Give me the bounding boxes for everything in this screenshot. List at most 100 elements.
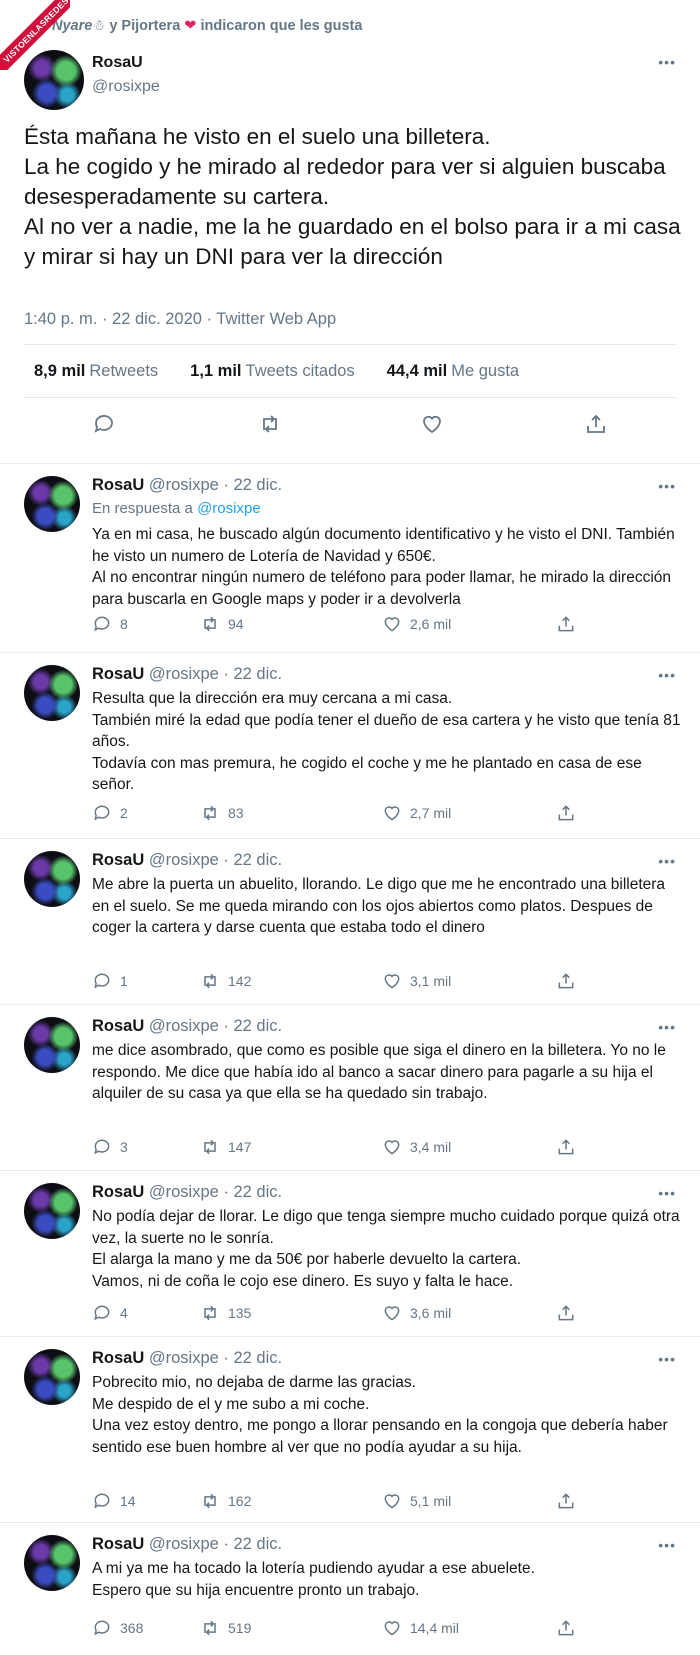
reply-tweet[interactable]: RosaU @rosixpe · 22 dic. ••• Me abre la … <box>0 841 700 1001</box>
retweets-stat[interactable]: 8,9 mil Retweets <box>34 362 158 381</box>
author-handle[interactable]: @rosixpe <box>149 665 219 683</box>
author-name[interactable]: RosaU <box>92 1183 144 1201</box>
avatar[interactable] <box>24 1349 80 1405</box>
reply-tweet[interactable]: RosaU @rosixpe · 22 dic. ••• A mi ya me … <box>0 1525 700 1653</box>
share-action[interactable] <box>556 1137 576 1157</box>
reply-action[interactable]: 3 <box>92 1137 128 1157</box>
avatar[interactable] <box>24 476 80 532</box>
watermark-ribbon: VISTOENLASREDES <box>0 0 70 70</box>
reply-tweet[interactable]: RosaU @rosixpe · 22 dic. ••• No podía de… <box>0 1173 700 1333</box>
liked-middle[interactable]: y Pijortera <box>105 18 184 34</box>
like-action[interactable]: 3,6 mil <box>382 1303 451 1323</box>
more-options-icon[interactable]: ••• <box>658 1537 676 1553</box>
tweet-date[interactable]: · 22 dic. <box>223 476 282 494</box>
avatar[interactable] <box>24 851 80 907</box>
more-options-icon[interactable]: ••• <box>658 853 676 869</box>
share-action[interactable] <box>556 971 576 991</box>
author-name[interactable]: RosaU <box>92 1017 144 1035</box>
tweet-date[interactable]: · 22 dic. <box>223 1349 282 1367</box>
more-options-icon[interactable]: ••• <box>658 667 676 683</box>
author-name[interactable]: RosaU <box>92 54 143 72</box>
tweet-date[interactable]: · 22 dic. <box>223 1017 282 1035</box>
quotes-stat[interactable]: 1,1 mil Tweets citados <box>190 362 355 381</box>
like-action[interactable]: 2,6 mil <box>382 614 451 634</box>
tweet-header: RosaU @rosixpe · 22 dic. <box>92 1183 282 1202</box>
tweet-date[interactable]: · 22 dic. <box>223 1535 282 1553</box>
reply-tweet[interactable]: RosaU @rosixpe · 22 dic. ••• En respuest… <box>0 466 700 650</box>
author-handle[interactable]: @rosixpe <box>92 78 160 96</box>
author-handle[interactable]: @rosixpe <box>149 1183 219 1201</box>
reply-action[interactable]: 4 <box>92 1303 128 1323</box>
likes-stat[interactable]: 44,4 mil Me gusta <box>387 362 519 381</box>
like-action[interactable]: 3,4 mil <box>382 1137 451 1157</box>
more-options-icon[interactable]: ••• <box>658 1019 676 1035</box>
reply-action[interactable]: 1 <box>92 971 128 991</box>
reply-tweet[interactable]: RosaU @rosixpe · 22 dic. ••• Resulta que… <box>0 655 700 835</box>
share-icon[interactable] <box>584 412 608 436</box>
author-name[interactable]: RosaU <box>92 665 144 683</box>
like-icon <box>384 1494 400 1509</box>
avatar[interactable] <box>24 665 80 721</box>
avatar[interactable] <box>24 1183 80 1239</box>
tweet-date[interactable]: · 22 dic. <box>223 1183 282 1201</box>
more-options-icon[interactable]: ••• <box>658 54 676 70</box>
reply-action[interactable]: 14 <box>92 1491 136 1511</box>
like-action[interactable]: 5,1 mil <box>382 1491 451 1511</box>
reply-tweet[interactable]: RosaU @rosixpe · 22 dic. ••• Pobrecito m… <box>0 1339 700 1519</box>
retweet-action[interactable]: 147 <box>200 1137 251 1157</box>
retweet-action[interactable]: 94 <box>200 614 244 634</box>
share-action[interactable] <box>556 803 576 823</box>
share-icon <box>558 1620 574 1636</box>
retweet-icon <box>204 616 216 632</box>
like-icon <box>384 1621 400 1636</box>
share-action[interactable] <box>556 1618 576 1638</box>
author-name[interactable]: RosaU <box>92 1535 144 1553</box>
in-reply-to-link[interactable]: @rosixpe <box>197 500 261 517</box>
tweet-text: Ya en mi casa, he buscado algún document… <box>92 526 675 608</box>
in-reply-to: En respuesta a @rosixpe <box>92 500 261 517</box>
like-action[interactable]: 3,1 mil <box>382 971 451 991</box>
author-name[interactable]: RosaU <box>92 1349 144 1367</box>
author-handle[interactable]: @rosixpe <box>149 1349 219 1367</box>
reply-tweet[interactable]: RosaU @rosixpe · 22 dic. ••• me dice aso… <box>0 1007 700 1167</box>
reply-action[interactable]: 368 <box>92 1618 143 1638</box>
retweet-icon <box>204 1305 216 1321</box>
like-count: 2,6 mil <box>410 616 452 632</box>
share-icon <box>558 1493 574 1509</box>
action-bar: 1 142 3,1 mil <box>92 971 592 995</box>
author-handle[interactable]: @rosixpe <box>149 851 219 869</box>
author-handle[interactable]: @rosixpe <box>149 1535 219 1553</box>
author-name[interactable]: RosaU <box>92 476 144 494</box>
author-handle[interactable]: @rosixpe <box>149 1017 219 1035</box>
like-count: 3,4 mil <box>410 1139 452 1155</box>
retweet-action[interactable]: 162 <box>200 1491 251 1511</box>
tweet-header: RosaU @rosixpe · 22 dic. <box>92 1017 282 1036</box>
tweet-date[interactable]: · 22 dic. <box>223 851 282 869</box>
avatar[interactable] <box>24 1535 80 1591</box>
share-action[interactable] <box>556 1303 576 1323</box>
avatar[interactable] <box>24 1017 80 1073</box>
author-name[interactable]: RosaU <box>92 851 144 869</box>
tweet-date[interactable]: · 22 dic. <box>223 665 282 683</box>
share-action[interactable] <box>556 614 576 634</box>
more-options-icon[interactable]: ••• <box>658 478 676 494</box>
more-options-icon[interactable]: ••• <box>658 1351 676 1367</box>
retweet-action[interactable]: 83 <box>200 803 244 823</box>
reply-action[interactable]: 8 <box>92 614 128 634</box>
like-action[interactable]: 2,7 mil <box>382 803 451 823</box>
divider <box>24 397 676 398</box>
retweet-count: 147 <box>228 1139 252 1155</box>
like-action[interactable]: 14,4 mil <box>382 1618 459 1638</box>
like-icon[interactable] <box>420 412 444 436</box>
retweet-action[interactable]: 142 <box>200 971 251 991</box>
tweet-meta[interactable]: 1:40 p. m. · 22 dic. 2020 · Twitter Web … <box>24 310 336 329</box>
author-handle[interactable]: @rosixpe <box>149 476 219 494</box>
reply-icon[interactable] <box>92 412 116 436</box>
retweet-action[interactable]: 519 <box>200 1618 251 1638</box>
share-action[interactable] <box>556 1491 576 1511</box>
retweet-action[interactable]: 135 <box>200 1303 251 1323</box>
reply-icon <box>94 1620 110 1636</box>
more-options-icon[interactable]: ••• <box>658 1185 676 1201</box>
reply-action[interactable]: 2 <box>92 803 128 823</box>
retweet-icon[interactable] <box>258 412 282 436</box>
